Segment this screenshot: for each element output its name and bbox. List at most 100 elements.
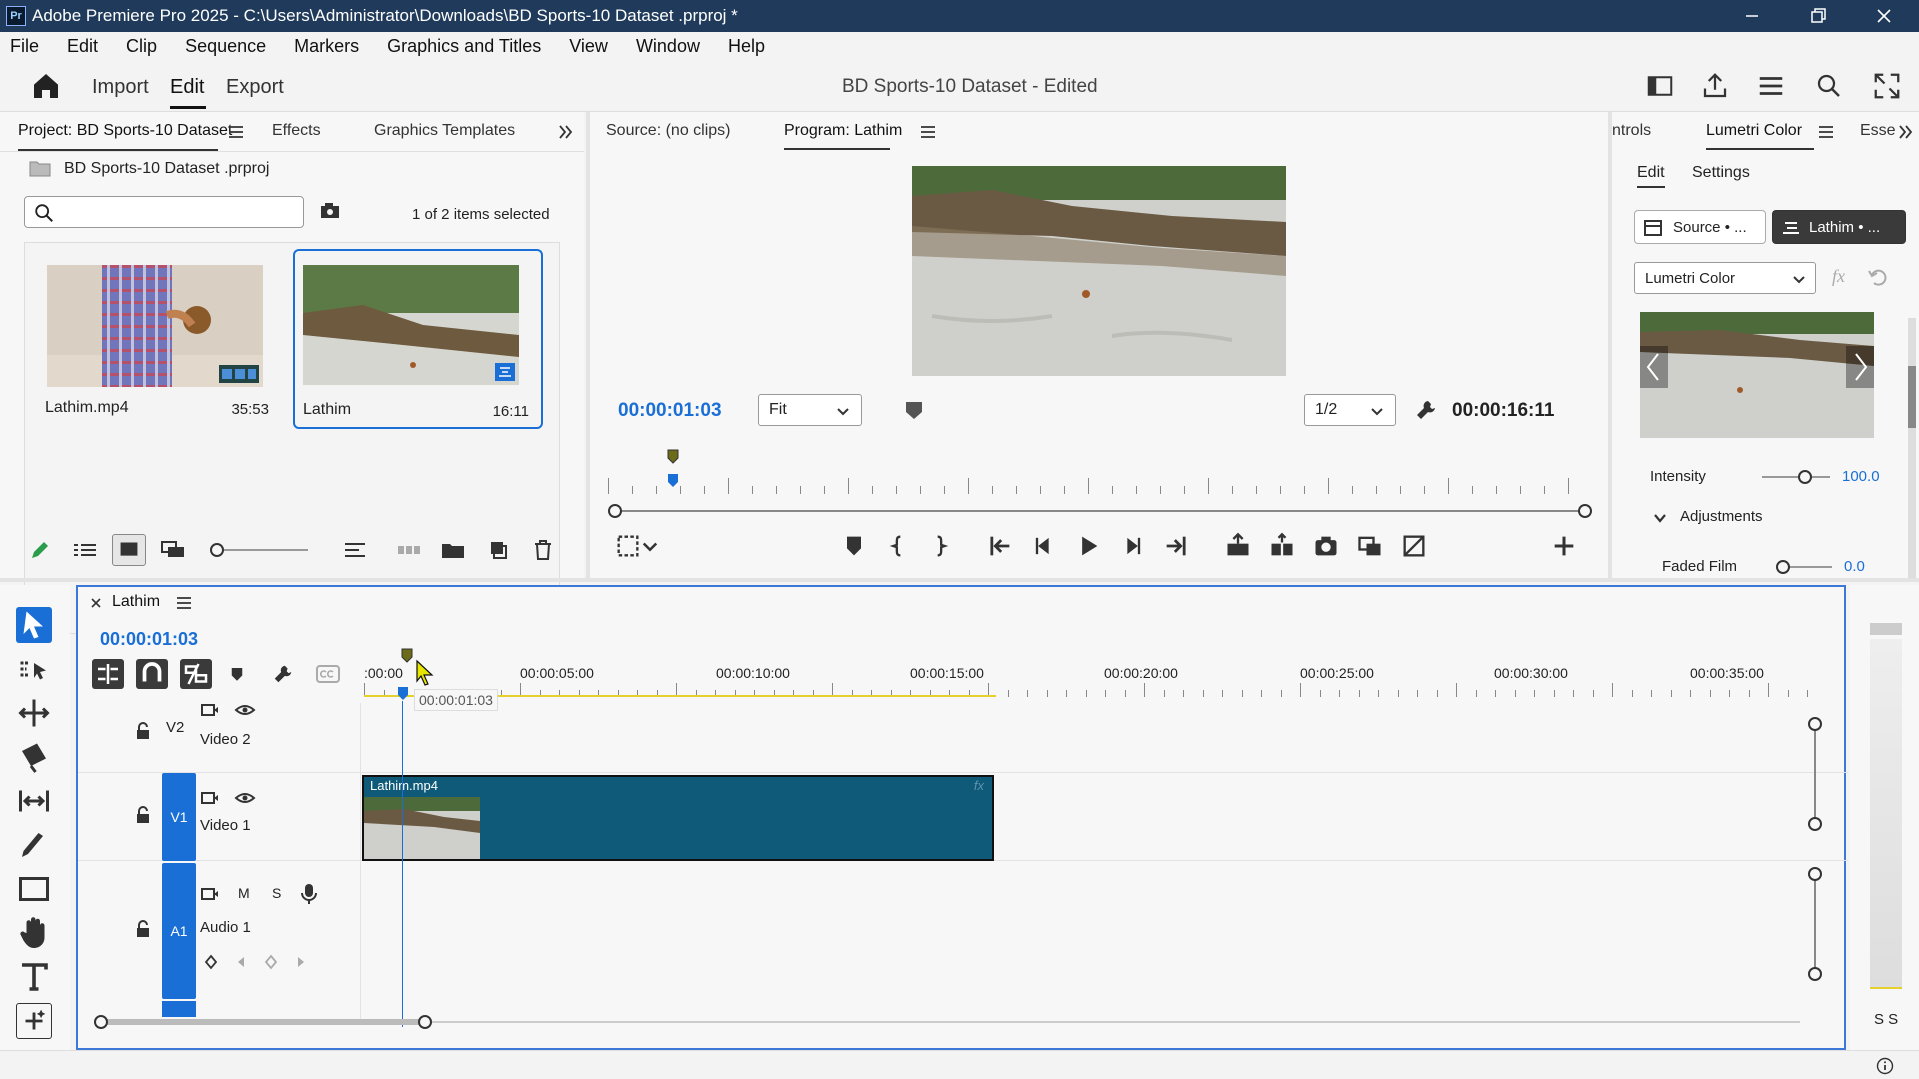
scroll-handle-top[interactable] xyxy=(1808,717,1822,731)
razor-tool-icon[interactable] xyxy=(16,739,52,775)
chevron-down-icon[interactable] xyxy=(640,536,660,556)
new-bin-icon[interactable] xyxy=(440,538,466,562)
tab-lumetri-color[interactable]: Lumetri Color xyxy=(1706,122,1802,140)
new-item-icon[interactable] xyxy=(486,538,512,562)
add-marker-icon[interactable] xyxy=(228,665,246,683)
go-to-out-icon[interactable] xyxy=(1162,532,1190,560)
proxy-toggle-icon[interactable] xyxy=(1400,532,1428,560)
type-tool-icon[interactable] xyxy=(16,959,52,995)
tab-edit[interactable]: Edit xyxy=(170,76,204,99)
step-forward-icon[interactable] xyxy=(1118,532,1146,560)
info-icon[interactable] xyxy=(1876,1057,1894,1075)
timeline-zoom-scrollbar[interactable] xyxy=(94,1015,1804,1029)
hand-tool-icon[interactable] xyxy=(16,915,52,951)
fit-dropdown[interactable]: Fit xyxy=(758,394,862,426)
more-panels-icon[interactable] xyxy=(1896,122,1916,142)
mark-out-icon[interactable] xyxy=(926,532,954,560)
monitor-scroll-bar[interactable] xyxy=(608,504,1592,518)
play-icon[interactable] xyxy=(1074,532,1102,560)
menu-view[interactable]: View xyxy=(569,36,608,57)
scroll-handle-left[interactable] xyxy=(608,504,622,518)
tab-graphics-templates[interactable]: Graphics Templates xyxy=(374,122,515,140)
reset-icon[interactable] xyxy=(1866,266,1890,288)
menu-file[interactable]: File xyxy=(10,36,39,57)
tab-export[interactable]: Export xyxy=(226,76,284,99)
menu-help[interactable]: Help xyxy=(728,36,765,57)
faded-film-value[interactable]: 0.0 xyxy=(1844,558,1865,575)
lumetri-scrollbar[interactable] xyxy=(1908,318,1916,578)
chevron-down-icon[interactable] xyxy=(1652,510,1668,526)
close-window-icon[interactable] xyxy=(1872,4,1896,28)
trash-icon[interactable] xyxy=(530,538,556,562)
tab-project[interactable]: Project: BD Sports-10 Dataset xyxy=(18,122,232,140)
effect-dropdown[interactable]: Lumetri Color xyxy=(1634,262,1816,294)
timeline-timecode[interactable]: 00:00:01:03 xyxy=(100,629,198,650)
mute-button[interactable]: M xyxy=(238,885,250,901)
selection-tool-icon[interactable] xyxy=(16,607,52,643)
timeline-clip[interactable]: Lathim.mp4 fx xyxy=(362,775,994,861)
generative-extend-tool-icon[interactable] xyxy=(16,1003,52,1039)
intensity-value[interactable]: 100.0 xyxy=(1842,468,1880,485)
intensity-slider-handle[interactable] xyxy=(1798,470,1812,484)
safe-margins-icon[interactable] xyxy=(614,532,642,560)
scroll-handle-right[interactable] xyxy=(1578,504,1592,518)
solo-button[interactable]: S xyxy=(272,885,281,901)
add-button-icon[interactable] xyxy=(1550,532,1578,560)
adjustments-label[interactable]: Adjustments xyxy=(1680,508,1763,525)
previous-keyframe-icon[interactable] xyxy=(234,955,248,969)
monitor-menu-icon[interactable] xyxy=(918,122,938,142)
go-to-in-icon[interactable] xyxy=(986,532,1014,560)
menu-sequence[interactable]: Sequence xyxy=(185,36,266,57)
scroll-handle-right[interactable] xyxy=(418,1015,432,1029)
pen-tool-icon[interactable] xyxy=(16,827,52,863)
step-back-icon[interactable] xyxy=(1030,532,1058,560)
menu-markers[interactable]: Markers xyxy=(294,36,359,57)
close-sequence-icon[interactable] xyxy=(88,595,104,611)
add-keyframe-icon[interactable] xyxy=(262,953,280,971)
sequence-menu-icon[interactable] xyxy=(174,593,194,613)
video-tracks-scrollbar[interactable] xyxy=(1808,717,1822,831)
fx-toggle-icon[interactable]: fx xyxy=(1832,266,1845,287)
microphone-icon[interactable] xyxy=(300,883,318,905)
track-target-badge[interactable]: V1 xyxy=(162,773,196,861)
minimize-icon[interactable] xyxy=(1740,4,1764,28)
subtab-edit[interactable]: Edit xyxy=(1637,164,1665,182)
faded-film-slider[interactable] xyxy=(1776,560,1832,574)
resolution-dropdown[interactable]: 1/2 xyxy=(1304,394,1396,426)
track-select-tool-icon[interactable] xyxy=(16,651,52,687)
sort-icon[interactable] xyxy=(342,538,368,562)
snap-icon[interactable] xyxy=(136,659,168,689)
zoom-slider[interactable] xyxy=(210,543,308,557)
lumetri-menu-icon[interactable] xyxy=(1816,122,1836,142)
freeform-view-icon[interactable] xyxy=(160,538,188,562)
captions-icon[interactable] xyxy=(316,665,340,683)
insert-nest-icon[interactable] xyxy=(92,659,124,689)
restore-icon[interactable] xyxy=(1806,4,1830,28)
source-clip-button[interactable]: Source • ... xyxy=(1634,210,1766,244)
faded-film-slider-handle[interactable] xyxy=(1776,560,1790,574)
tab-effects[interactable]: Effects xyxy=(272,122,321,140)
scroll-handle-top[interactable] xyxy=(1808,867,1822,881)
scroll-handle-bottom[interactable] xyxy=(1808,817,1822,831)
monitor-ruler[interactable] xyxy=(608,449,1569,494)
lock-icon[interactable] xyxy=(134,805,152,825)
marker-icon[interactable] xyxy=(840,532,868,560)
sequence-clip-button[interactable]: Lathim • ... xyxy=(1772,210,1906,244)
fullscreen-icon[interactable] xyxy=(1872,71,1902,101)
tab-import[interactable]: Import xyxy=(92,76,149,99)
automate-icon[interactable] xyxy=(396,538,422,562)
lift-icon[interactable] xyxy=(1224,532,1252,560)
playhead-icon[interactable] xyxy=(396,685,410,701)
previous-look-icon[interactable] xyxy=(1640,346,1668,388)
eye-icon[interactable] xyxy=(234,703,256,717)
keyframe-toggle-icon[interactable] xyxy=(202,953,220,971)
sync-lock-icon[interactable] xyxy=(200,887,220,901)
extract-icon[interactable] xyxy=(1268,532,1296,560)
slip-tool-icon[interactable] xyxy=(16,783,52,819)
menu-edit[interactable]: Edit xyxy=(67,36,98,57)
home-icon[interactable] xyxy=(30,70,62,102)
menu-clip[interactable]: Clip xyxy=(126,36,157,57)
tab-effect-controls[interactable]: ntrols xyxy=(1612,122,1651,140)
timeline-settings-icon[interactable] xyxy=(272,663,294,685)
rectangle-tool-icon[interactable] xyxy=(16,871,52,907)
